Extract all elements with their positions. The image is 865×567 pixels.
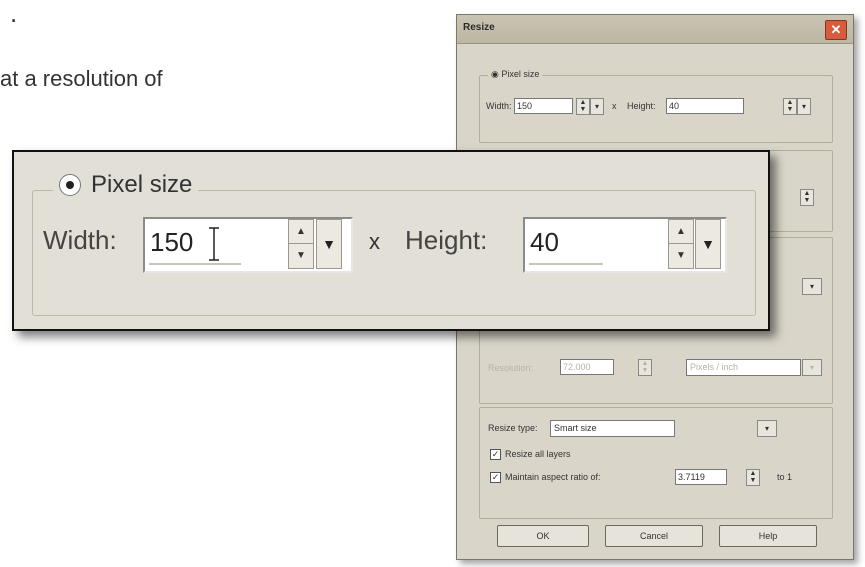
zoom-width-underline [149, 263, 241, 265]
close-icon[interactable]: ✕ [825, 20, 847, 40]
resize-all-layers-checkbox[interactable]: ✓ [490, 449, 501, 460]
height-spinner[interactable]: ▲ ▼ [783, 98, 797, 115]
help-button[interactable]: Help [719, 525, 817, 547]
maintain-aspect-checkbox[interactable]: ✓ [490, 472, 501, 483]
dialog-title: Resize [463, 22, 495, 33]
zoom-width-label: Width: [43, 225, 117, 255]
width-dropdown-icon[interactable]: ▾ [590, 98, 604, 115]
pixel-size-radio[interactable] [59, 174, 81, 196]
zoom-width-dropdown-icon[interactable]: ▼ [316, 219, 342, 269]
aspect-ratio-spinner[interactable]: ▲ ▼ [746, 469, 760, 486]
zoom-width-value: 150 [150, 227, 194, 257]
resolution-field[interactable]: 72.000 [560, 359, 614, 375]
resolution-label: Resolution: [488, 363, 534, 373]
zoom-pixel-size-group: Pixel size Width: 150 ▲ ▼ ▼ x Height: 40 … [32, 171, 756, 316]
dialog-titlebar: Resize ✕ [457, 15, 853, 44]
x-separator: x [612, 101, 617, 111]
width-label: Width: [486, 101, 512, 111]
zoom-height-label: Height: [405, 225, 488, 255]
percentage-spinner[interactable]: ▲ ▼ [800, 189, 814, 206]
aspect-ratio-field[interactable]: 3.7119 [675, 469, 727, 485]
zoom-height-spinner[interactable]: ▲ ▼ [668, 219, 694, 269]
document-text-top: . [10, 0, 18, 28]
resize-type-select[interactable]: Smart size [550, 420, 675, 437]
zoom-x-separator: x [369, 229, 380, 254]
height-label: Height: [627, 101, 656, 111]
resolution-unit-select[interactable]: Pixels / inch [686, 359, 801, 376]
zoom-height-value: 40 [530, 227, 559, 257]
aspect-suffix: to 1 [777, 472, 793, 482]
height-dropdown-icon[interactable]: ▾ [797, 98, 811, 115]
resolution-unit-dropdown-icon[interactable]: ▾ [802, 359, 822, 376]
resolution-spinner[interactable]: ▲ ▼ [638, 359, 652, 376]
resize-type-dropdown-icon[interactable]: ▾ [757, 420, 777, 437]
resize-type-label: Resize type: [488, 423, 538, 433]
height-field[interactable]: 40 [666, 98, 744, 114]
text-cursor-icon [209, 227, 219, 261]
cancel-button[interactable]: Cancel [605, 525, 703, 547]
zoom-pixel-size-legend[interactable]: Pixel size [53, 171, 199, 199]
pixel-size-group: ◉ Pixel size Width: 150 ▲ ▼ ▾ x Height: 4… [479, 69, 833, 143]
width-spinner[interactable]: ▲ ▼ [576, 98, 590, 115]
zoom-legend-label: Pixel size [91, 171, 193, 198]
zoom-height-underline [529, 263, 603, 265]
zoom-height-dropdown-icon[interactable]: ▼ [695, 219, 721, 269]
document-text-line: at a resolution of [0, 66, 163, 91]
pixel-size-callout: Pixel size Width: 150 ▲ ▼ ▼ x Height: 40 … [12, 150, 770, 331]
zoom-width-spinner[interactable]: ▲ ▼ [288, 219, 314, 269]
maintain-aspect-label: Maintain aspect ratio of: [505, 472, 601, 482]
resize-options-group: Resize type: Smart size ▾ ✓ Resize all l… [479, 407, 833, 519]
width-field[interactable]: 150 [514, 98, 573, 114]
resize-all-layers-label: Resize all layers [505, 449, 571, 459]
print-unit-dropdown-icon[interactable]: ▾ [802, 278, 822, 295]
pixel-size-legend[interactable]: ◉ Pixel size [488, 69, 543, 80]
ok-button[interactable]: OK [497, 525, 589, 547]
